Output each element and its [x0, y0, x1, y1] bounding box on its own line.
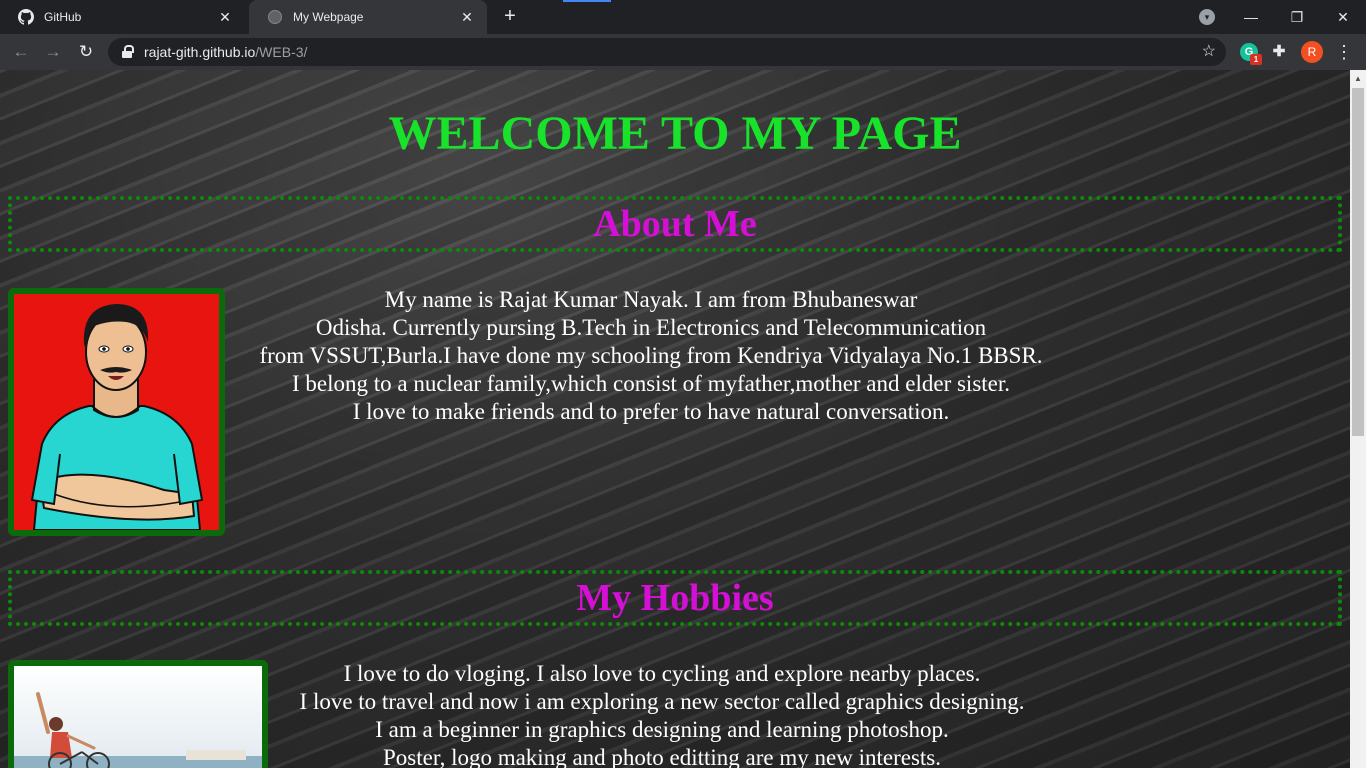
reload-icon[interactable]: ↻	[73, 39, 99, 65]
about-paragraph: My name is Rajat Kumar Nayak. I am from …	[226, 286, 1076, 426]
minimize-button[interactable]: —	[1238, 4, 1264, 30]
hobbies-heading-box: My Hobbies	[8, 570, 1342, 626]
about-heading-box: About Me	[8, 196, 1342, 252]
profile-avatar[interactable]: R	[1301, 41, 1323, 63]
github-icon	[18, 9, 34, 25]
hobby-line: I love to travel and now i am exploring …	[299, 689, 1025, 714]
new-tab-button[interactable]: +	[498, 5, 522, 29]
lock-icon	[122, 45, 134, 59]
scroll-up-arrow-icon[interactable]: ▲	[1350, 70, 1366, 87]
about-line: My name is Rajat Kumar Nayak. I am from …	[384, 287, 918, 312]
hobby-photo	[8, 660, 268, 768]
about-line: I love to make friends and to prefer to …	[352, 399, 950, 424]
close-icon[interactable]: ✕	[217, 9, 233, 25]
close-window-button[interactable]: ✕	[1330, 4, 1356, 30]
extensions-puzzle-icon[interactable]: ✚	[1270, 43, 1288, 61]
browser-menu-icon[interactable]: ⋮	[1334, 40, 1354, 64]
scroll-thumb[interactable]	[1352, 88, 1364, 436]
tab-title: GitHub	[44, 10, 82, 24]
bookmark-star-icon[interactable]: ☆	[1202, 43, 1216, 61]
profile-photo	[8, 288, 225, 536]
tab-my-webpage[interactable]: My Webpage ✕	[249, 0, 487, 34]
hobby-line: Poster, logo making and photo editting a…	[382, 745, 941, 768]
url-host: rajat-gith.github.io	[144, 44, 256, 60]
address-bar[interactable]: rajat-gith.github.io /WEB-3/ ☆	[108, 38, 1226, 66]
browser-toolbar: ← → ↻ rajat-gith.github.io /WEB-3/ ☆ G 1…	[0, 34, 1366, 70]
about-line: from VSSUT,Burla.I have done my schoolin…	[259, 343, 1043, 368]
back-icon[interactable]: ←	[8, 39, 34, 65]
restore-button[interactable]: ❐	[1284, 4, 1310, 30]
about-heading: About Me	[593, 203, 757, 245]
hobby-line: I love to do vloging. I also love to cyc…	[343, 661, 981, 686]
close-icon[interactable]: ✕	[459, 9, 475, 25]
hobby-line: I am a beginner in graphics designing an…	[375, 717, 949, 742]
about-line: I belong to a nuclear family,which consi…	[291, 371, 1011, 396]
page-scrollbar[interactable]: ▲	[1350, 70, 1366, 768]
about-line: Odisha. Currently pursing B.Tech in Elec…	[315, 315, 987, 340]
tab-title: My Webpage	[293, 10, 364, 24]
globe-icon	[267, 9, 283, 25]
page-title: WELCOME TO MY PAGE	[388, 107, 962, 160]
extension-badge: 1	[1250, 54, 1262, 65]
page-viewport: WELCOME TO MY PAGE About Me My name is R…	[0, 70, 1350, 768]
hobbies-heading: My Hobbies	[576, 577, 774, 619]
tab-strip-indicator	[563, 0, 611, 2]
tab-github[interactable]: GitHub ✕	[0, 0, 245, 34]
browser-titlebar: GitHub ✕ My Webpage ✕ + ▾ — ❐ ✕	[0, 0, 1366, 34]
forward-icon[interactable]: →	[40, 39, 66, 65]
url-path: /WEB-3/	[255, 44, 308, 60]
tab-search-icon[interactable]: ▾	[1199, 9, 1215, 25]
hobbies-paragraph: I love to do vloging. I also love to cyc…	[262, 660, 1062, 768]
